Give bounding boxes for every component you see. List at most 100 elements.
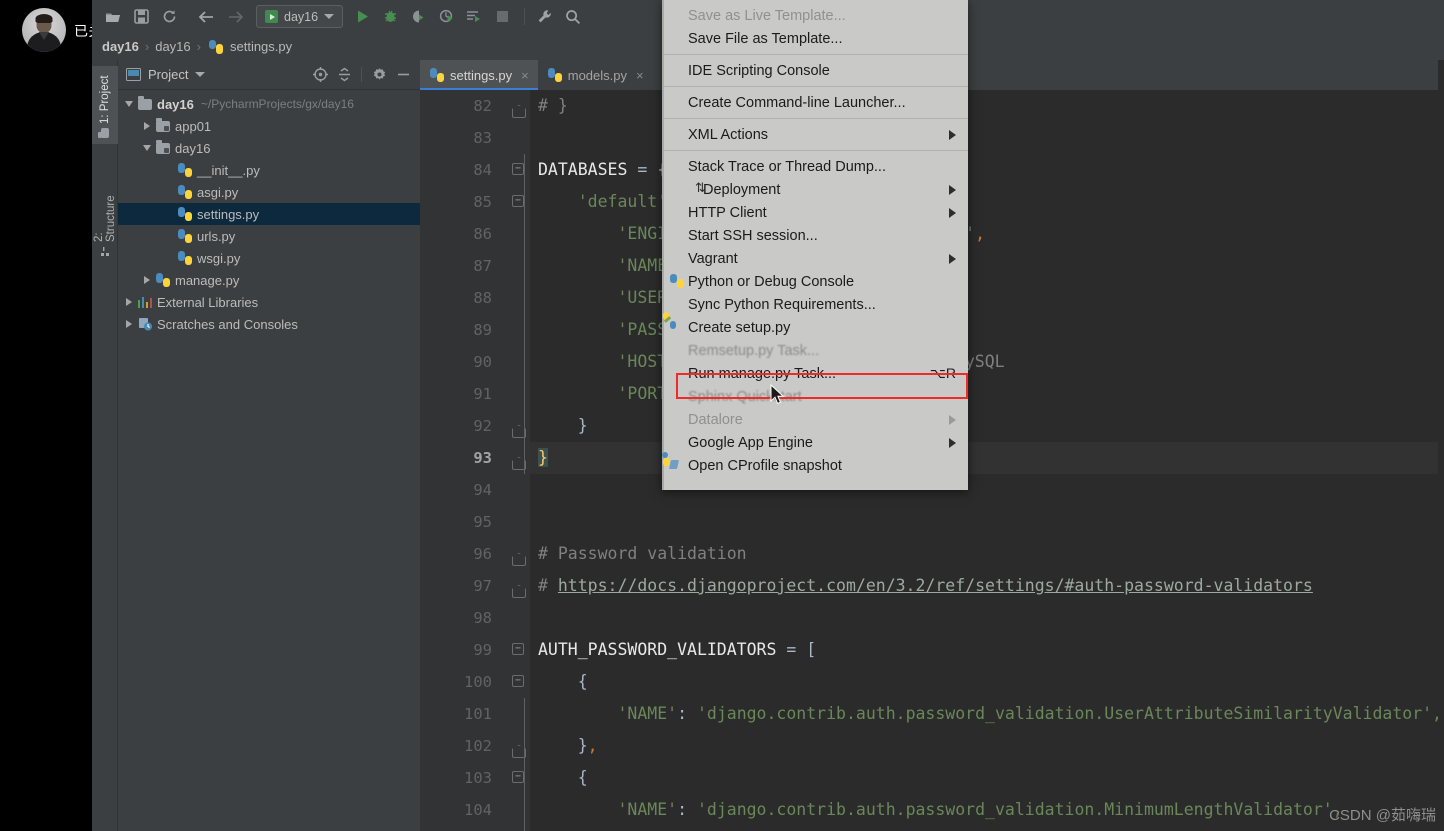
close-icon[interactable]: × [636, 68, 644, 83]
run-icon[interactable] [349, 5, 375, 29]
submenu-arrow-icon [949, 253, 956, 264]
tree-row-selected[interactable]: settings.py [118, 203, 420, 225]
editor-right-edge [1438, 60, 1444, 831]
twisty-right-icon[interactable] [122, 298, 136, 306]
breadcrumb-item-2[interactable]: settings.py [230, 39, 292, 54]
menu-item[interactable]: Start SSH session... [664, 224, 968, 247]
fold-collapse-icon[interactable]: − [512, 195, 525, 208]
tree-row[interactable]: urls.py [118, 225, 420, 247]
locate-target-icon[interactable] [309, 64, 331, 86]
menu-item[interactable]: XML Actions [664, 123, 968, 146]
deploy-icon [694, 180, 709, 197]
fold-end-icon[interactable] [512, 579, 525, 592]
settings-wrench-icon[interactable] [532, 5, 558, 29]
fold-end-icon[interactable] [512, 547, 525, 560]
tree-row[interactable]: app01 [118, 115, 420, 137]
gear-icon[interactable] [368, 64, 390, 86]
code-line: 104 'NAME': 'django.contrib.auth.passwor… [420, 794, 1444, 826]
search-everywhere-icon[interactable] [560, 5, 586, 29]
module-folder-icon [154, 139, 172, 154]
folder-icon [136, 95, 154, 110]
line-number: 102 [464, 737, 492, 755]
fold-end-icon[interactable] [512, 451, 525, 464]
tree-row[interactable]: day16 [118, 137, 420, 159]
chevron-down-icon[interactable] [195, 72, 206, 77]
menu-item[interactable]: Open CProfile snapshot [662, 452, 968, 477]
run-manage-task-icon[interactable] [461, 5, 487, 29]
line-number: 99 [473, 641, 492, 659]
context-menu[interactable]: Save as Live Template... Save File as Tem… [662, 0, 968, 490]
fold-collapse-icon[interactable]: − [512, 643, 525, 656]
collapse-all-icon[interactable] [333, 64, 355, 86]
twisty-down-icon[interactable] [122, 101, 136, 107]
tab-models-py[interactable]: models.py × [538, 60, 653, 90]
twisty-down-icon[interactable] [140, 145, 154, 151]
submenu-arrow-icon [949, 207, 956, 218]
tree-item-label: day16 [157, 96, 194, 112]
tree-row[interactable]: manage.py [118, 269, 420, 291]
menu-item-label: IDE Scripting Console [688, 62, 830, 79]
twisty-right-icon[interactable] [140, 122, 154, 130]
tree-row[interactable]: asgi.py [118, 181, 420, 203]
scratches-icon [136, 317, 154, 331]
menu-item[interactable]: Save File as Template... [664, 27, 968, 50]
line-number: 87 [473, 257, 492, 275]
menu-item[interactable]: HTTP Client [664, 201, 968, 224]
sync-icon[interactable] [156, 5, 182, 29]
tree-row[interactable]: Scratches and Consoles [118, 313, 420, 335]
open-folder-icon[interactable] [100, 5, 126, 29]
python-file-icon [547, 68, 562, 82]
run-configuration-selector[interactable]: day16 [256, 5, 344, 28]
fold-end-icon[interactable] [512, 739, 525, 752]
python-file-icon [176, 163, 194, 177]
tree-row[interactable]: wsgi.py [118, 247, 420, 269]
fold-collapse-icon[interactable]: − [512, 675, 525, 688]
back-icon[interactable] [194, 5, 220, 29]
line-number: 82 [473, 97, 492, 115]
save-all-icon[interactable] [128, 5, 154, 29]
menu-item-label: Stack Trace or Thread Dump... [688, 158, 886, 175]
sidebar-item-structure[interactable]: 2: Structure [92, 184, 118, 262]
menu-item[interactable]: Create setup.py [663, 312, 968, 339]
run-with-coverage-icon[interactable] [405, 5, 431, 29]
close-icon[interactable]: × [521, 68, 529, 83]
tree-row[interactable]: day16 ~/PycharmProjects/gx/day16 [118, 93, 420, 115]
profile-icon[interactable] [433, 5, 459, 29]
tree-row[interactable]: __init__.py [118, 159, 420, 181]
stop-icon [489, 5, 515, 29]
breadcrumb-item-1[interactable]: day16 [155, 39, 190, 54]
fold-collapse-icon[interactable]: − [512, 163, 525, 176]
line-number: 92 [473, 417, 492, 435]
project-tool-window: Project day16 ~/PycharmProjects/gx/day16… [118, 60, 420, 831]
menu-item[interactable]: Deployment [664, 178, 968, 201]
fold-collapse-icon[interactable]: − [512, 771, 525, 784]
code-line: 95 [420, 506, 1444, 538]
debug-icon[interactable] [377, 5, 403, 29]
avatar[interactable] [22, 8, 66, 52]
menu-item[interactable]: Run manage.py Task... ⌥R [664, 362, 968, 385]
tree-row[interactable]: External Libraries [118, 291, 420, 313]
line-number: 90 [473, 353, 492, 371]
menu-item-label: Vagrant [688, 250, 738, 267]
menu-item[interactable]: Create Command-line Launcher... [664, 91, 968, 114]
fold-end-icon[interactable] [512, 419, 525, 432]
sidebar-item-project[interactable]: 1: Project [92, 66, 118, 144]
code-line: 103 − { [420, 762, 1444, 794]
menu-item[interactable]: Vagrant [664, 247, 968, 270]
code-text: AUTH_PASSWORD_VALIDATORS = [ [538, 640, 817, 659]
menu-item[interactable]: Python or Debug Console [664, 270, 968, 293]
breadcrumb-item-0[interactable]: day16 [102, 39, 139, 54]
tab-settings-py[interactable]: settings.py × [420, 60, 538, 90]
fold-end-icon[interactable] [512, 99, 525, 112]
code-text: }, [538, 736, 598, 755]
menu-item[interactable]: IDE Scripting Console [664, 59, 968, 82]
code-text: } [538, 826, 588, 831]
twisty-right-icon[interactable] [122, 320, 136, 328]
code-text: 'NAME': 'django.contrib.auth.password_va… [538, 704, 1442, 723]
menu-item[interactable]: Google App Engine [664, 431, 968, 454]
hide-panel-icon[interactable] [392, 64, 414, 86]
menu-item[interactable]: Stack Trace or Thread Dump... [664, 155, 968, 178]
menu-item[interactable]: Sync Python Requirements... [664, 293, 968, 316]
code-text: # } [538, 96, 568, 115]
twisty-right-icon[interactable] [140, 276, 154, 284]
